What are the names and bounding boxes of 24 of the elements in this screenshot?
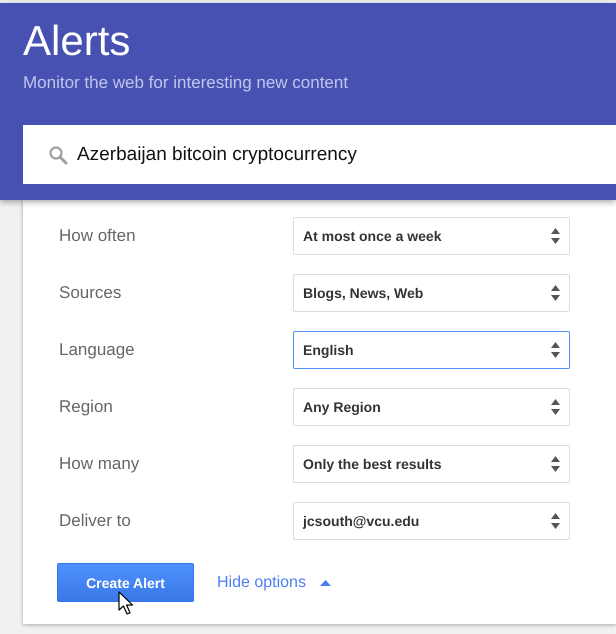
up-down-arrows-icon: [551, 341, 560, 359]
option-select[interactable]: English: [293, 331, 570, 369]
search-field[interactable]: Azerbaijan bitcoin cryptocurrency: [23, 125, 616, 184]
create-alert-button[interactable]: Create Alert: [57, 563, 194, 602]
option-label: How often: [59, 226, 137, 246]
page-title: Alerts: [23, 17, 130, 65]
hide-options-link[interactable]: Hide options: [217, 574, 306, 592]
option-select[interactable]: Any Region: [293, 388, 570, 426]
option-label: Deliver to: [59, 511, 132, 531]
option-select[interactable]: Only the best results: [293, 445, 570, 483]
search-icon: [48, 144, 68, 164]
option-label: Region: [59, 397, 114, 417]
option-label: How many: [59, 454, 140, 474]
option-label: Sources: [59, 283, 122, 303]
up-down-arrows-icon: [551, 398, 560, 416]
option-select[interactable]: Blogs, News, Web: [293, 274, 570, 312]
up-down-arrows-icon: [551, 455, 560, 473]
option-label: Language: [59, 340, 136, 360]
up-down-arrows-icon: [551, 512, 560, 530]
page-subtitle: Monitor the web for interesting new content: [23, 72, 348, 94]
option-select[interactable]: At most once a week: [293, 217, 570, 255]
up-down-arrows-icon: [551, 227, 560, 245]
option-select[interactable]: jcsouth@vcu.edu: [293, 502, 570, 540]
up-down-arrows-icon: [551, 284, 560, 302]
